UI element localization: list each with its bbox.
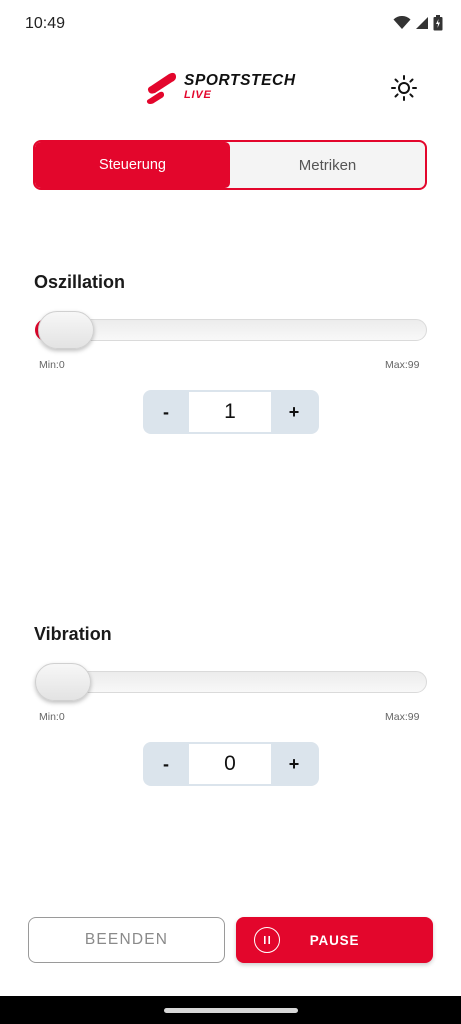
vibration-slider-track[interactable] xyxy=(35,671,427,693)
vibration-max-label: Max:99 xyxy=(385,711,420,723)
wifi-icon xyxy=(393,15,411,35)
battery-icon xyxy=(433,15,443,36)
status-bar: 10:49 xyxy=(0,0,461,48)
oscillation-min-label: Min:0 xyxy=(39,359,65,371)
vibration-slider[interactable] xyxy=(35,663,427,701)
tab-metriken[interactable]: Metriken xyxy=(230,142,425,188)
status-time: 10:49 xyxy=(25,15,66,32)
pause-button[interactable]: PAUSE xyxy=(236,917,433,963)
cell-signal-icon xyxy=(415,16,429,35)
vibration-slider-thumb[interactable] xyxy=(35,663,91,701)
tab-steuerung[interactable]: Steuerung xyxy=(35,142,230,188)
system-navigation-bar xyxy=(0,996,461,1024)
oscillation-slider[interactable] xyxy=(35,311,427,349)
vibration-increment-button[interactable]: + xyxy=(271,742,317,786)
end-button[interactable]: BEENDEN xyxy=(28,917,225,963)
oscillation-value-field[interactable]: 1 xyxy=(189,392,271,432)
pause-button-label: PAUSE xyxy=(309,932,360,948)
vibration-value-field[interactable]: 0 xyxy=(189,744,271,784)
oscillation-max-label: Max:99 xyxy=(385,359,420,371)
brand-title: SPORTSTECH xyxy=(184,71,296,89)
pause-icon xyxy=(254,927,280,953)
vibration-decrement-button[interactable]: - xyxy=(143,742,189,786)
brand-subtitle: LIVE xyxy=(184,89,212,102)
vibration-title: Vibration xyxy=(34,624,112,644)
sportstech-logo-icon xyxy=(146,72,177,104)
oscillation-title: Oszillation xyxy=(34,272,126,292)
status-icons xyxy=(393,15,443,36)
home-gesture-handle[interactable] xyxy=(164,1008,298,1013)
vibration-stepper: - 0 + xyxy=(143,742,319,786)
theme-toggle-button[interactable] xyxy=(388,72,420,104)
oscillation-decrement-button[interactable]: - xyxy=(143,390,189,434)
sun-icon xyxy=(391,75,417,101)
tab-switcher: Steuerung Metriken xyxy=(33,140,427,190)
oscillation-slider-thumb[interactable] xyxy=(38,311,95,349)
oscillation-stepper: - 1 + xyxy=(143,390,319,434)
vibration-min-label: Min:0 xyxy=(39,711,65,723)
oscillation-increment-button[interactable]: + xyxy=(271,390,317,434)
app-logo: SPORTSTECH LIVE xyxy=(145,68,320,106)
